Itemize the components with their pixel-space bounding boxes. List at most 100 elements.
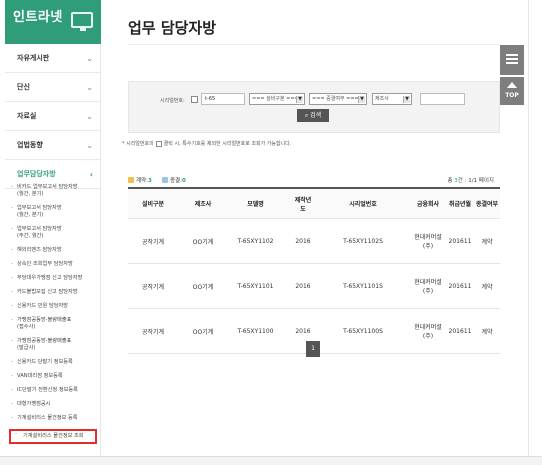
subnav-item[interactable]: VAN대리점 정보등록 <box>5 373 101 380</box>
equipment-type-select[interactable]: === 설비구분 === ▼ <box>249 93 305 105</box>
cell-serial: T-65XY1101S <box>343 282 383 290</box>
note-checkbox-icon <box>155 140 162 147</box>
cell-status: 계약 <box>481 328 493 336</box>
total-count: 총 3건 : 1/1 페이지 <box>447 176 494 184</box>
cell-model: T-65XY1101 <box>237 282 274 290</box>
cell-year: 2016 <box>295 237 311 245</box>
chevron-down-icon: ▼ <box>358 96 365 103</box>
serial-input[interactable]: t-65 <box>201 93 245 105</box>
pencil-icon <box>128 177 134 183</box>
top-label: TOP <box>505 92 519 99</box>
closed-value: 0 <box>181 178 186 184</box>
sidebar-item-label: 단신 <box>17 83 30 91</box>
subnav-item[interactable]: 신용카드 단말기 정보등록 <box>5 359 101 366</box>
cell-serial: T-65XY1100S <box>343 327 383 335</box>
cell-date: 201611 <box>448 237 472 245</box>
cell-date: 201611 <box>448 327 472 335</box>
table-row[interactable]: 공작기계 OO기계 T-65XY1101 2016 T-65XY1101S 현대… <box>128 264 500 309</box>
manufacturer-input[interactable] <box>420 93 465 105</box>
table-row[interactable]: 공작기계 OO기계 T-65XY1102 2016 T-65XY1102S 현대… <box>128 219 500 264</box>
sidebar-item-label: 업법동향 <box>17 141 43 149</box>
total-suffix: 건 : 1/1 페이지 <box>457 178 494 184</box>
cell-status: 계약 <box>481 238 493 246</box>
column-header: 제조사 <box>194 201 212 208</box>
search-button-label: 검색 <box>310 112 322 119</box>
subnav-item[interactable]: 상속인 조회업무 담당자방 <box>5 261 101 268</box>
select-value: === 설비구분 === <box>252 96 299 102</box>
search-panel: 시리얼번호: t-65 === 설비구분 === ▼ === 중결여부 === … <box>128 81 500 133</box>
cell-type: 공작기계 <box>141 328 165 336</box>
total-prefix: 총 <box>447 178 453 184</box>
termination-select[interactable]: === 중결여부 === ▼ <box>309 93 367 105</box>
search-icon: ⌕ <box>304 112 309 119</box>
cell-model: T-65XY1100 <box>237 327 274 335</box>
menu-button[interactable] <box>500 45 524 75</box>
sidebar-item-label: 자료실 <box>17 112 37 120</box>
cell-status: 계약 <box>481 283 493 291</box>
manufacturer-select[interactable]: 제조사 ▼ <box>372 93 412 105</box>
column-header: 시리얼번호 <box>349 201 377 208</box>
results-table: 설비구분 제조사 모델명 제작년도 시리얼번호 금융회사 취급년월 종결여부 공… <box>128 187 500 354</box>
subnav-item[interactable]: 업무보고서 담당자방 (월간, 분기) <box>5 205 101 219</box>
subnav-item[interactable]: 카드불법모집 신고 담당자방 <box>5 289 101 296</box>
horizontal-scrollbar[interactable] <box>0 456 542 465</box>
table-header-row: 설비구분 제조사 모델명 제작년도 시리얼번호 금융회사 취급년월 종결여부 <box>128 189 500 219</box>
sidebar-item-free-board[interactable]: 자유게시판 ⌄ <box>5 44 101 73</box>
subnav-item[interactable]: 업무보고서 담당자방 (주간, 월간) <box>5 226 101 240</box>
cell-serial: T-65XY1102S <box>343 237 383 245</box>
serial-checkbox[interactable] <box>191 96 198 103</box>
subnav-item[interactable]: 부당대우가맹점 신고 담당자방 <box>5 275 101 282</box>
monitor-icon <box>71 12 93 31</box>
contract-label: 계약: <box>136 178 148 184</box>
document-icon <box>162 177 168 183</box>
arrow-up-icon <box>507 82 517 88</box>
column-header: 설비구분 <box>141 201 165 208</box>
list-icon <box>506 54 518 64</box>
scroll-top-button[interactable]: TOP <box>500 77 524 105</box>
subnav-item[interactable]: 신용카드 민원 담당자방 <box>5 303 101 310</box>
chevron-down-icon: ▼ <box>403 96 410 103</box>
cell-maker: OO기계 <box>192 283 214 291</box>
search-note: * 시리얼번호의 클릭 시, 특수기호를 제외한 시리얼번호로 조회가 가능합니다… <box>122 140 291 147</box>
sidebar-item-label: 업무담당자방 <box>17 170 56 178</box>
contract-value: 3 <box>147 178 152 184</box>
note-suffix: 클릭 시, 특수기호를 제외한 시리얼번호로 조회가 가능합니다. <box>163 141 292 147</box>
cell-maker: OO기계 <box>192 238 214 246</box>
subnav-item-selected[interactable]: 기계설비리스 물건정보 조회 <box>9 429 97 444</box>
window-edge <box>528 0 542 465</box>
sidebar-item-news[interactable]: 단신 ⌄ <box>5 73 101 102</box>
closed-count: 종결:0 <box>162 176 186 184</box>
sidebar-item-library[interactable]: 자료실 ⌄ <box>5 102 101 131</box>
cell-type: 공작기계 <box>141 238 165 246</box>
select-value: 제조사 <box>375 96 389 102</box>
subnav-item[interactable]: IC단말기 전환신청 정보등록 <box>5 387 101 394</box>
subnav-item[interactable]: 가맹점공동망-불량매출표 (접수사) <box>5 317 101 331</box>
subnav-item[interactable]: 기계설비리스 물건정보 등록 <box>5 415 101 422</box>
cell-model: T-65XY1102 <box>237 237 274 245</box>
serial-label: 시리얼번호: <box>160 98 185 104</box>
cell-maker: OO기계 <box>192 328 214 336</box>
cell-date: 201611 <box>448 282 472 290</box>
sidebar-item-label: 자유게시판 <box>17 54 50 62</box>
note-prefix: * 시리얼번호의 <box>122 141 154 147</box>
subnav-item[interactable]: 비카드 업무보고서 담당자방 (월간, 분기) <box>5 184 101 198</box>
column-header: 제작년도 <box>294 196 312 213</box>
subnav-item[interactable]: 가맹점공동망-불량매출표 (발급사) <box>5 338 101 352</box>
divider <box>128 44 500 45</box>
sidebar-item-trends[interactable]: 업법동향 ⌄ <box>5 131 101 160</box>
chevron-down-icon: ▼ <box>296 96 303 103</box>
chevron-down-icon: ⌄ <box>86 141 93 150</box>
main-content: 업무 담당자방 시리얼번호: t-65 === 설비구분 === ▼ === 중… <box>108 0 500 465</box>
closed-label: 종결: <box>170 178 182 184</box>
brand-header[interactable]: 인트라넷 <box>5 0 101 44</box>
search-button[interactable]: ⌕ 검색 <box>297 109 329 122</box>
column-header: 취급년월 <box>448 201 472 208</box>
select-value: === 중결여부 === <box>312 96 359 102</box>
chevron-down-icon: ⌄ <box>86 83 93 92</box>
column-header: 종결여부 <box>475 201 499 208</box>
page-button-current[interactable]: 1 <box>306 341 320 357</box>
sidebar-nav: 자유게시판 ⌄ 단신 ⌄ 자료실 ⌄ 업법동향 ⌄ 업무담당자방 ‹ <box>5 44 101 189</box>
subnav-item[interactable]: 해외리멘즈 담당자방 <box>5 247 101 254</box>
contract-count: 계약:3 <box>128 176 152 184</box>
subnav-item[interactable]: 대형가맹점공시 <box>5 401 101 408</box>
